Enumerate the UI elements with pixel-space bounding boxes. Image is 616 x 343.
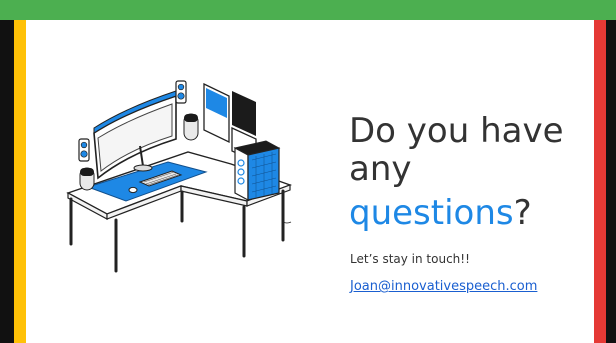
frame-top-bar: [0, 0, 616, 20]
pc-tower-icon: [233, 140, 281, 202]
frame-left-stripe: [14, 20, 26, 343]
slide: Do you have any questions? Let’s stay in…: [0, 0, 616, 343]
tagline-text: Let’s stay in touch!!: [350, 252, 470, 266]
email-link[interactable]: Joan@innovativespeech.com: [350, 279, 537, 294]
heading-question-mark: ?: [513, 193, 532, 233]
frame-right-border: [594, 20, 616, 343]
mouse-icon: [128, 186, 138, 194]
heading-line-1: Do you have: [349, 111, 564, 151]
desk-setup-illustration: [66, 80, 293, 273]
frame-right-stripe: [594, 20, 606, 343]
heading-line-2: any: [349, 149, 412, 189]
frame-left-border: [0, 20, 26, 343]
heading-line-3: questions?: [349, 196, 532, 230]
heading-accent-word: questions: [349, 193, 514, 233]
